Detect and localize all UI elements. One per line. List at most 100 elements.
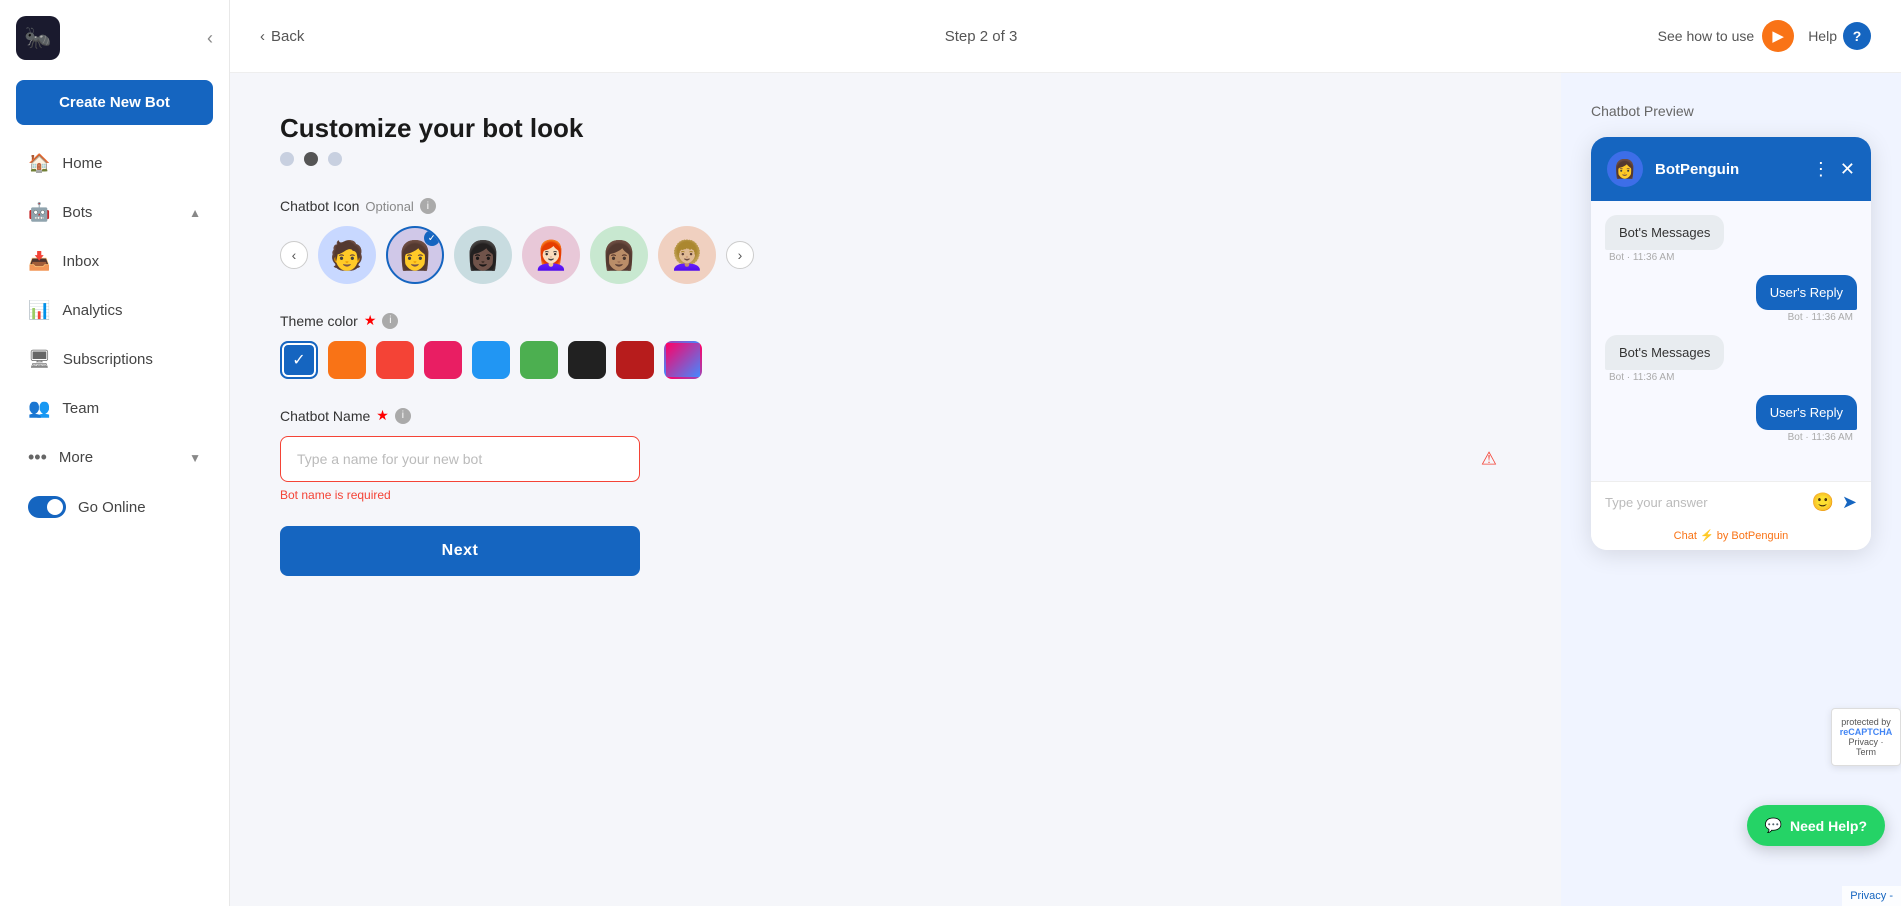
color-swatch-black[interactable] (568, 341, 606, 379)
chat-input-placeholder: Type your answer (1605, 495, 1801, 510)
bot-bubble-2: Bot's Messages (1605, 335, 1724, 370)
user-bubble-2: User's Reply (1756, 395, 1857, 430)
whatsapp-icon: 💬 (1765, 817, 1782, 834)
sidebar-item-subscriptions[interactable]: 🖥 Subscriptions (8, 337, 221, 382)
input-error-icon: ⚠ (1481, 449, 1497, 470)
page-title: Customize your bot look (280, 113, 1511, 144)
color-swatch-orange[interactable] (328, 341, 366, 379)
form-area: Customize your bot look Chatbot Icon Opt… (230, 73, 1561, 906)
topbar: ‹ Back Step 2 of 3 See how to use ▶ Help… (230, 0, 1901, 73)
chat-close-icon[interactable]: ✕ (1840, 159, 1855, 180)
chatbot-icon-label: Chatbot Icon Optional i (280, 198, 1511, 214)
color-swatch-pink[interactable] (424, 341, 462, 379)
back-arrow-icon: ‹ (260, 28, 265, 45)
avatar-prev-button[interactable]: ‹ (280, 241, 308, 269)
chatbot-icon-info[interactable]: i (420, 198, 436, 214)
avatar-option-5[interactable]: 👩🏽 (590, 226, 648, 284)
avatar-option-1[interactable]: 🧑 (318, 226, 376, 284)
sidebar-item-label: Analytics (62, 302, 122, 319)
sidebar-item-label: Home (62, 155, 102, 172)
sidebar-item-label: Subscriptions (63, 351, 153, 368)
next-button[interactable]: Next (280, 526, 640, 576)
avatar-next-button[interactable]: › (726, 241, 754, 269)
color-swatch-light-blue[interactable] (472, 341, 510, 379)
help-button[interactable]: Help ? (1808, 22, 1871, 50)
home-icon: 🏠 (28, 153, 50, 174)
team-icon: 👥 (28, 398, 50, 419)
chat-input-icons: 🙂 ➤ (1811, 492, 1857, 513)
color-swatch-gradient[interactable] (664, 341, 702, 379)
step-dot-1 (280, 152, 294, 166)
sidebar-item-home[interactable]: 🏠 Home (8, 141, 221, 186)
avatar-selected-check: ✓ (424, 230, 440, 246)
send-icon[interactable]: ➤ (1842, 492, 1857, 513)
privacy-link[interactable]: Privacy - (1842, 886, 1901, 906)
chat-input-bar: Type your answer 🙂 ➤ (1591, 481, 1871, 523)
color-swatch-dark-red[interactable] (616, 341, 654, 379)
bot-time-2: Bot · 11:36 AM (1609, 372, 1674, 383)
sidebar-item-bots[interactable]: 🤖 Bots ▲ (8, 190, 221, 235)
color-row: ✓ (280, 341, 1511, 379)
avatar-option-6[interactable]: 👩🏼‍🦱 (658, 226, 716, 284)
sidebar-item-label: Inbox (62, 253, 99, 270)
subscriptions-icon: 🖥 (28, 349, 51, 370)
user-message-1: User's Reply Bot · 11:36 AM (1605, 275, 1857, 323)
sidebar-collapse-button[interactable]: ‹ (207, 28, 213, 49)
bot-bubble-1: Bot's Messages (1605, 215, 1724, 250)
sidebar: 🐜 ‹ Create New Bot 🏠 Home 🤖 Bots ▲ 📥 Inb… (0, 0, 230, 906)
sidebar-item-label: Team (62, 400, 99, 417)
toggle-switch[interactable] (28, 496, 66, 518)
bot-message-1: Bot's Messages Bot · 11:36 AM (1605, 215, 1857, 263)
step-dot-2 (304, 152, 318, 166)
avatar-option-2[interactable]: 👩 ✓ (386, 226, 444, 284)
emoji-icon[interactable]: 🙂 (1811, 492, 1833, 513)
preview-title: Chatbot Preview (1591, 103, 1694, 119)
sidebar-item-analytics[interactable]: 📊 Analytics (8, 288, 221, 333)
bot-time-1: Bot · 11:36 AM (1609, 252, 1674, 263)
step-indicator: Step 2 of 3 (945, 28, 1018, 45)
sidebar-item-label: More (59, 449, 93, 466)
color-swatch-blue[interactable]: ✓ (280, 341, 318, 379)
go-online-label: Go Online (78, 499, 146, 516)
chevron-down-icon: ▼ (189, 451, 201, 465)
sidebar-item-inbox[interactable]: 📥 Inbox (8, 239, 221, 284)
back-button[interactable]: ‹ Back (260, 28, 304, 45)
user-bubble-1: User's Reply (1756, 275, 1857, 310)
theme-color-label: Theme color ★ i (280, 312, 1511, 329)
preview-area: Chatbot Preview 👩 BotPenguin ⋮ ✕ Bot's M… (1561, 73, 1901, 906)
avatar-option-3[interactable]: 👩🏿 (454, 226, 512, 284)
chat-bot-name: BotPenguin (1655, 161, 1800, 178)
theme-color-info[interactable]: i (382, 313, 398, 329)
create-new-bot-button[interactable]: Create New Bot (16, 80, 213, 125)
chatbot-name-input[interactable] (280, 436, 640, 482)
chat-menu-icon[interactable]: ⋮ (1812, 159, 1830, 180)
avatar-row: ‹ 🧑 👩 ✓ 👩🏿 👩🏻‍🦰 👩🏽 👩🏼‍🦱 › (280, 226, 1511, 284)
chatbot-name-label: Chatbot Name ★ i (280, 407, 1511, 424)
color-swatch-red[interactable] (376, 341, 414, 379)
analytics-icon: 📊 (28, 300, 50, 321)
logo-icon: 🐜 (16, 16, 60, 60)
stepper-dots (280, 152, 1511, 166)
topbar-right: See how to use ▶ Help ? (1658, 20, 1871, 52)
chatbot-name-input-wrap: ⚠ (280, 436, 1511, 482)
sidebar-item-label: Bots (62, 204, 92, 221)
color-swatch-green[interactable] (520, 341, 558, 379)
sidebar-logo: 🐜 ‹ (0, 16, 229, 76)
see-how-to-use-link[interactable]: See how to use ▶ (1658, 20, 1795, 52)
need-help-button[interactable]: 💬 Need Help? (1747, 805, 1885, 846)
main-content: ‹ Back Step 2 of 3 See how to use ▶ Help… (230, 0, 1901, 906)
help-circle-icon: ? (1843, 22, 1871, 50)
chatbot-preview-card: 👩 BotPenguin ⋮ ✕ Bot's Messages Bot · 11… (1591, 137, 1871, 550)
user-message-2: User's Reply Bot · 11:36 AM (1605, 395, 1857, 443)
see-how-circle-icon: ▶ (1762, 20, 1794, 52)
chatbot-name-info[interactable]: i (395, 408, 411, 424)
sidebar-item-team[interactable]: 👥 Team (8, 386, 221, 431)
go-online-toggle[interactable]: Go Online (8, 484, 221, 530)
chat-header-avatar: 👩 (1607, 151, 1643, 187)
chat-header-icons: ⋮ ✕ (1812, 159, 1855, 180)
sidebar-item-more[interactable]: ••• More ▼ (8, 435, 221, 480)
more-icon: ••• (28, 447, 47, 468)
name-error-message: Bot name is required (280, 488, 1511, 502)
inbox-icon: 📥 (28, 251, 50, 272)
avatar-option-4[interactable]: 👩🏻‍🦰 (522, 226, 580, 284)
